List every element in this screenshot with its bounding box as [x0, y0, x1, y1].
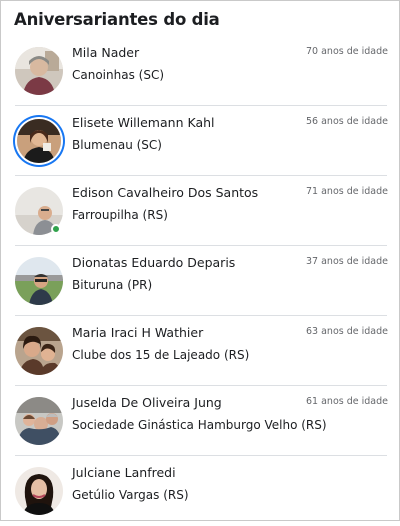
birthdays-panel: Aniversariantes do dia Mila Nader Canoin…	[0, 0, 400, 521]
avatar-photo-icon	[15, 327, 63, 375]
list-item[interactable]: Maria Iraci H Wathier Clube dos 15 de La…	[15, 316, 388, 386]
panel-title: Aniversariantes do dia	[14, 10, 220, 29]
person-location: Blumenau (SC)	[72, 138, 162, 152]
person-name[interactable]: Edison Cavalheiro Dos Santos	[72, 185, 258, 200]
online-status-icon	[51, 224, 61, 234]
avatar-photo-icon	[15, 257, 63, 305]
avatar[interactable]	[15, 327, 63, 375]
person-name[interactable]: Elisete Willemann Kahl	[72, 115, 215, 130]
person-age: 56 anos de idade	[306, 116, 388, 127]
avatar-photo-icon	[15, 467, 63, 515]
person-location: Sociedade Ginástica Hamburgo Velho (RS)	[72, 418, 327, 432]
avatar[interactable]	[15, 467, 63, 515]
person-location: Getúlio Vargas (RS)	[72, 488, 189, 502]
person-location: Bituruna (PR)	[72, 278, 153, 292]
avatar-photo-icon	[17, 119, 61, 163]
avatar[interactable]	[15, 47, 63, 95]
person-age: 61 anos de idade	[306, 396, 388, 407]
person-age: 37 anos de idade	[306, 256, 388, 267]
person-age: 70 anos de idade	[306, 46, 388, 57]
list-item[interactable]: Julciane Lanfredi Getúlio Vargas (RS)	[15, 456, 387, 526]
avatar-photo-icon	[15, 397, 63, 445]
person-name[interactable]: Dionatas Eduardo Deparis	[72, 255, 235, 270]
avatar[interactable]	[15, 397, 63, 445]
person-age: 71 anos de idade	[306, 186, 388, 197]
person-name[interactable]: Maria Iraci H Wathier	[72, 325, 203, 340]
list-item[interactable]: Juselda De Oliveira Jung Sociedade Ginás…	[15, 386, 388, 456]
avatar-story-ring[interactable]	[17, 119, 61, 163]
avatar[interactable]	[15, 257, 63, 305]
list-item[interactable]: Edison Cavalheiro Dos Santos Farroupilha…	[15, 176, 388, 246]
list-item[interactable]: Elisete Willemann Kahl Blumenau (SC) 56 …	[15, 106, 388, 176]
person-name[interactable]: Mila Nader	[72, 45, 139, 60]
list-item[interactable]: Dionatas Eduardo Deparis Bituruna (PR) 3…	[15, 246, 388, 316]
person-name[interactable]: Juselda De Oliveira Jung	[72, 395, 222, 410]
person-age: 63 anos de idade	[306, 326, 388, 337]
person-name[interactable]: Julciane Lanfredi	[72, 465, 176, 480]
person-location: Clube dos 15 de Lajeado (RS)	[72, 348, 250, 362]
list-item[interactable]: Mila Nader Canoinhas (SC) 70 anos de ida…	[15, 36, 388, 106]
person-location: Farroupilha (RS)	[72, 208, 168, 222]
person-location: Canoinhas (SC)	[72, 68, 165, 82]
birthday-list: Mila Nader Canoinhas (SC) 70 anos de ida…	[1, 36, 400, 526]
avatar-photo-icon	[15, 47, 63, 95]
